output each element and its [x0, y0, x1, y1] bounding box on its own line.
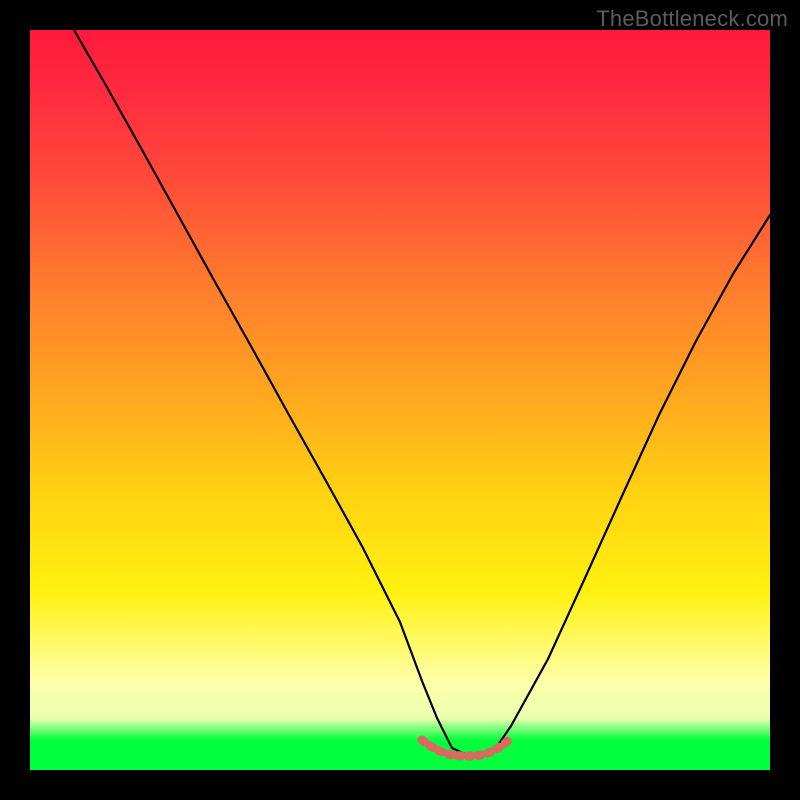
trough-highlight-path [422, 738, 511, 756]
watermark-label: TheBottleneck.com [596, 6, 788, 32]
bottleneck-curve-path [74, 30, 770, 755]
curve-svg [30, 30, 770, 770]
plot-area [30, 30, 770, 770]
chart-frame: TheBottleneck.com [0, 0, 800, 800]
